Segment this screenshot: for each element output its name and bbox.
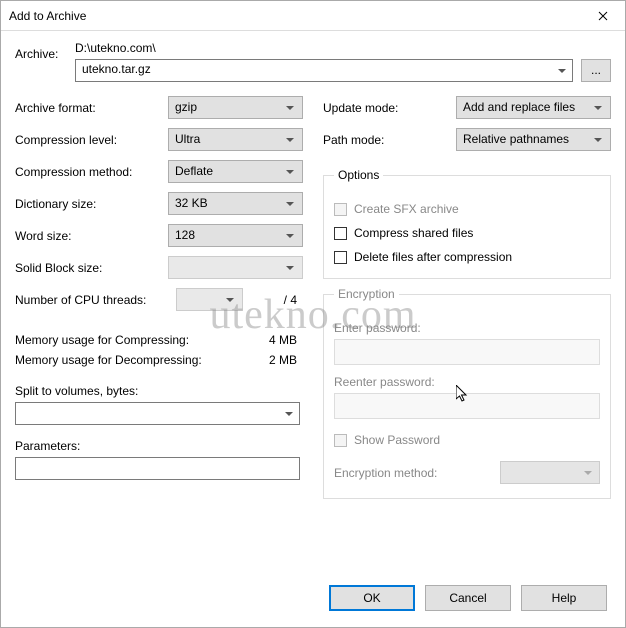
show-password-label: Show Password xyxy=(354,433,440,447)
close-button[interactable] xyxy=(580,1,625,31)
parameters-label: Parameters: xyxy=(15,439,303,453)
delete-after-label: Delete files after compression xyxy=(354,250,512,264)
sfx-checkbox xyxy=(334,203,347,216)
word-size-select[interactable]: 128 xyxy=(168,224,303,247)
parameters-input[interactable] xyxy=(15,457,300,480)
path-mode-label: Path mode: xyxy=(323,133,456,147)
solid-block-label: Solid Block size: xyxy=(15,261,168,275)
cpu-threads-select xyxy=(176,288,243,311)
update-mode-label: Update mode: xyxy=(323,101,456,115)
compress-shared-checkbox[interactable] xyxy=(334,227,347,240)
archive-path: D:\utekno.com\ xyxy=(75,41,611,55)
window-title: Add to Archive xyxy=(9,9,86,23)
encryption-legend: Encryption xyxy=(334,287,399,301)
split-volumes-input[interactable] xyxy=(15,402,300,425)
browse-button[interactable]: ... xyxy=(581,59,611,82)
archive-format-select[interactable]: gzip xyxy=(168,96,303,119)
add-to-archive-dialog: Add to Archive Archive: D:\utekno.com\ u… xyxy=(0,0,626,628)
split-volumes-label: Split to volumes, bytes: xyxy=(15,384,303,398)
right-column: Update mode: Add and replace files Path … xyxy=(323,96,611,499)
compress-shared-label: Compress shared files xyxy=(354,226,473,240)
compression-level-label: Compression level: xyxy=(15,133,168,147)
reenter-password-label: Reenter password: xyxy=(334,375,600,389)
encryption-method-label: Encryption method: xyxy=(334,466,437,480)
word-size-label: Word size: xyxy=(15,229,168,243)
show-password-checkbox xyxy=(334,434,347,447)
mem-compress-value: 4 MB xyxy=(269,333,303,347)
mem-compress-label: Memory usage for Compressing: xyxy=(15,333,189,347)
archive-label: Archive: xyxy=(15,41,65,61)
options-legend: Options xyxy=(334,168,383,182)
encryption-group: Encryption Enter password: Reenter passw… xyxy=(323,287,611,499)
password-input xyxy=(334,339,600,365)
enter-password-label: Enter password: xyxy=(334,321,600,335)
solid-block-select xyxy=(168,256,303,279)
titlebar: Add to Archive xyxy=(1,1,625,31)
compression-method-select[interactable]: Deflate xyxy=(168,160,303,183)
dictionary-size-select[interactable]: 32 KB xyxy=(168,192,303,215)
compression-level-select[interactable]: Ultra xyxy=(168,128,303,151)
path-mode-select[interactable]: Relative pathnames xyxy=(456,128,611,151)
cancel-button[interactable]: Cancel xyxy=(425,585,511,611)
footer: OK Cancel Help xyxy=(1,573,625,627)
mem-decompress-label: Memory usage for Decompressing: xyxy=(15,353,202,367)
delete-after-checkbox[interactable] xyxy=(334,251,347,264)
sfx-label: Create SFX archive xyxy=(354,202,459,216)
help-button[interactable]: Help xyxy=(521,585,607,611)
encryption-method-select xyxy=(500,461,600,484)
content-panel: Archive: D:\utekno.com\ utekno.tar.gz ..… xyxy=(1,31,625,573)
dictionary-size-label: Dictionary size: xyxy=(15,197,168,211)
cpu-threads-label: Number of CPU threads: xyxy=(15,293,176,307)
ok-button[interactable]: OK xyxy=(329,585,415,611)
update-mode-select[interactable]: Add and replace files xyxy=(456,96,611,119)
close-icon xyxy=(598,11,608,21)
compression-method-label: Compression method: xyxy=(15,165,168,179)
archive-format-label: Archive format: xyxy=(15,101,168,115)
options-group: Options Create SFX archive Compress shar… xyxy=(323,168,611,279)
mem-decompress-value: 2 MB xyxy=(269,353,303,367)
left-column: Archive format: gzip Compression level: … xyxy=(15,96,303,499)
cpu-max-label: / 4 xyxy=(243,293,303,307)
archive-name-input[interactable]: utekno.tar.gz xyxy=(75,59,573,82)
reenter-password-input xyxy=(334,393,600,419)
